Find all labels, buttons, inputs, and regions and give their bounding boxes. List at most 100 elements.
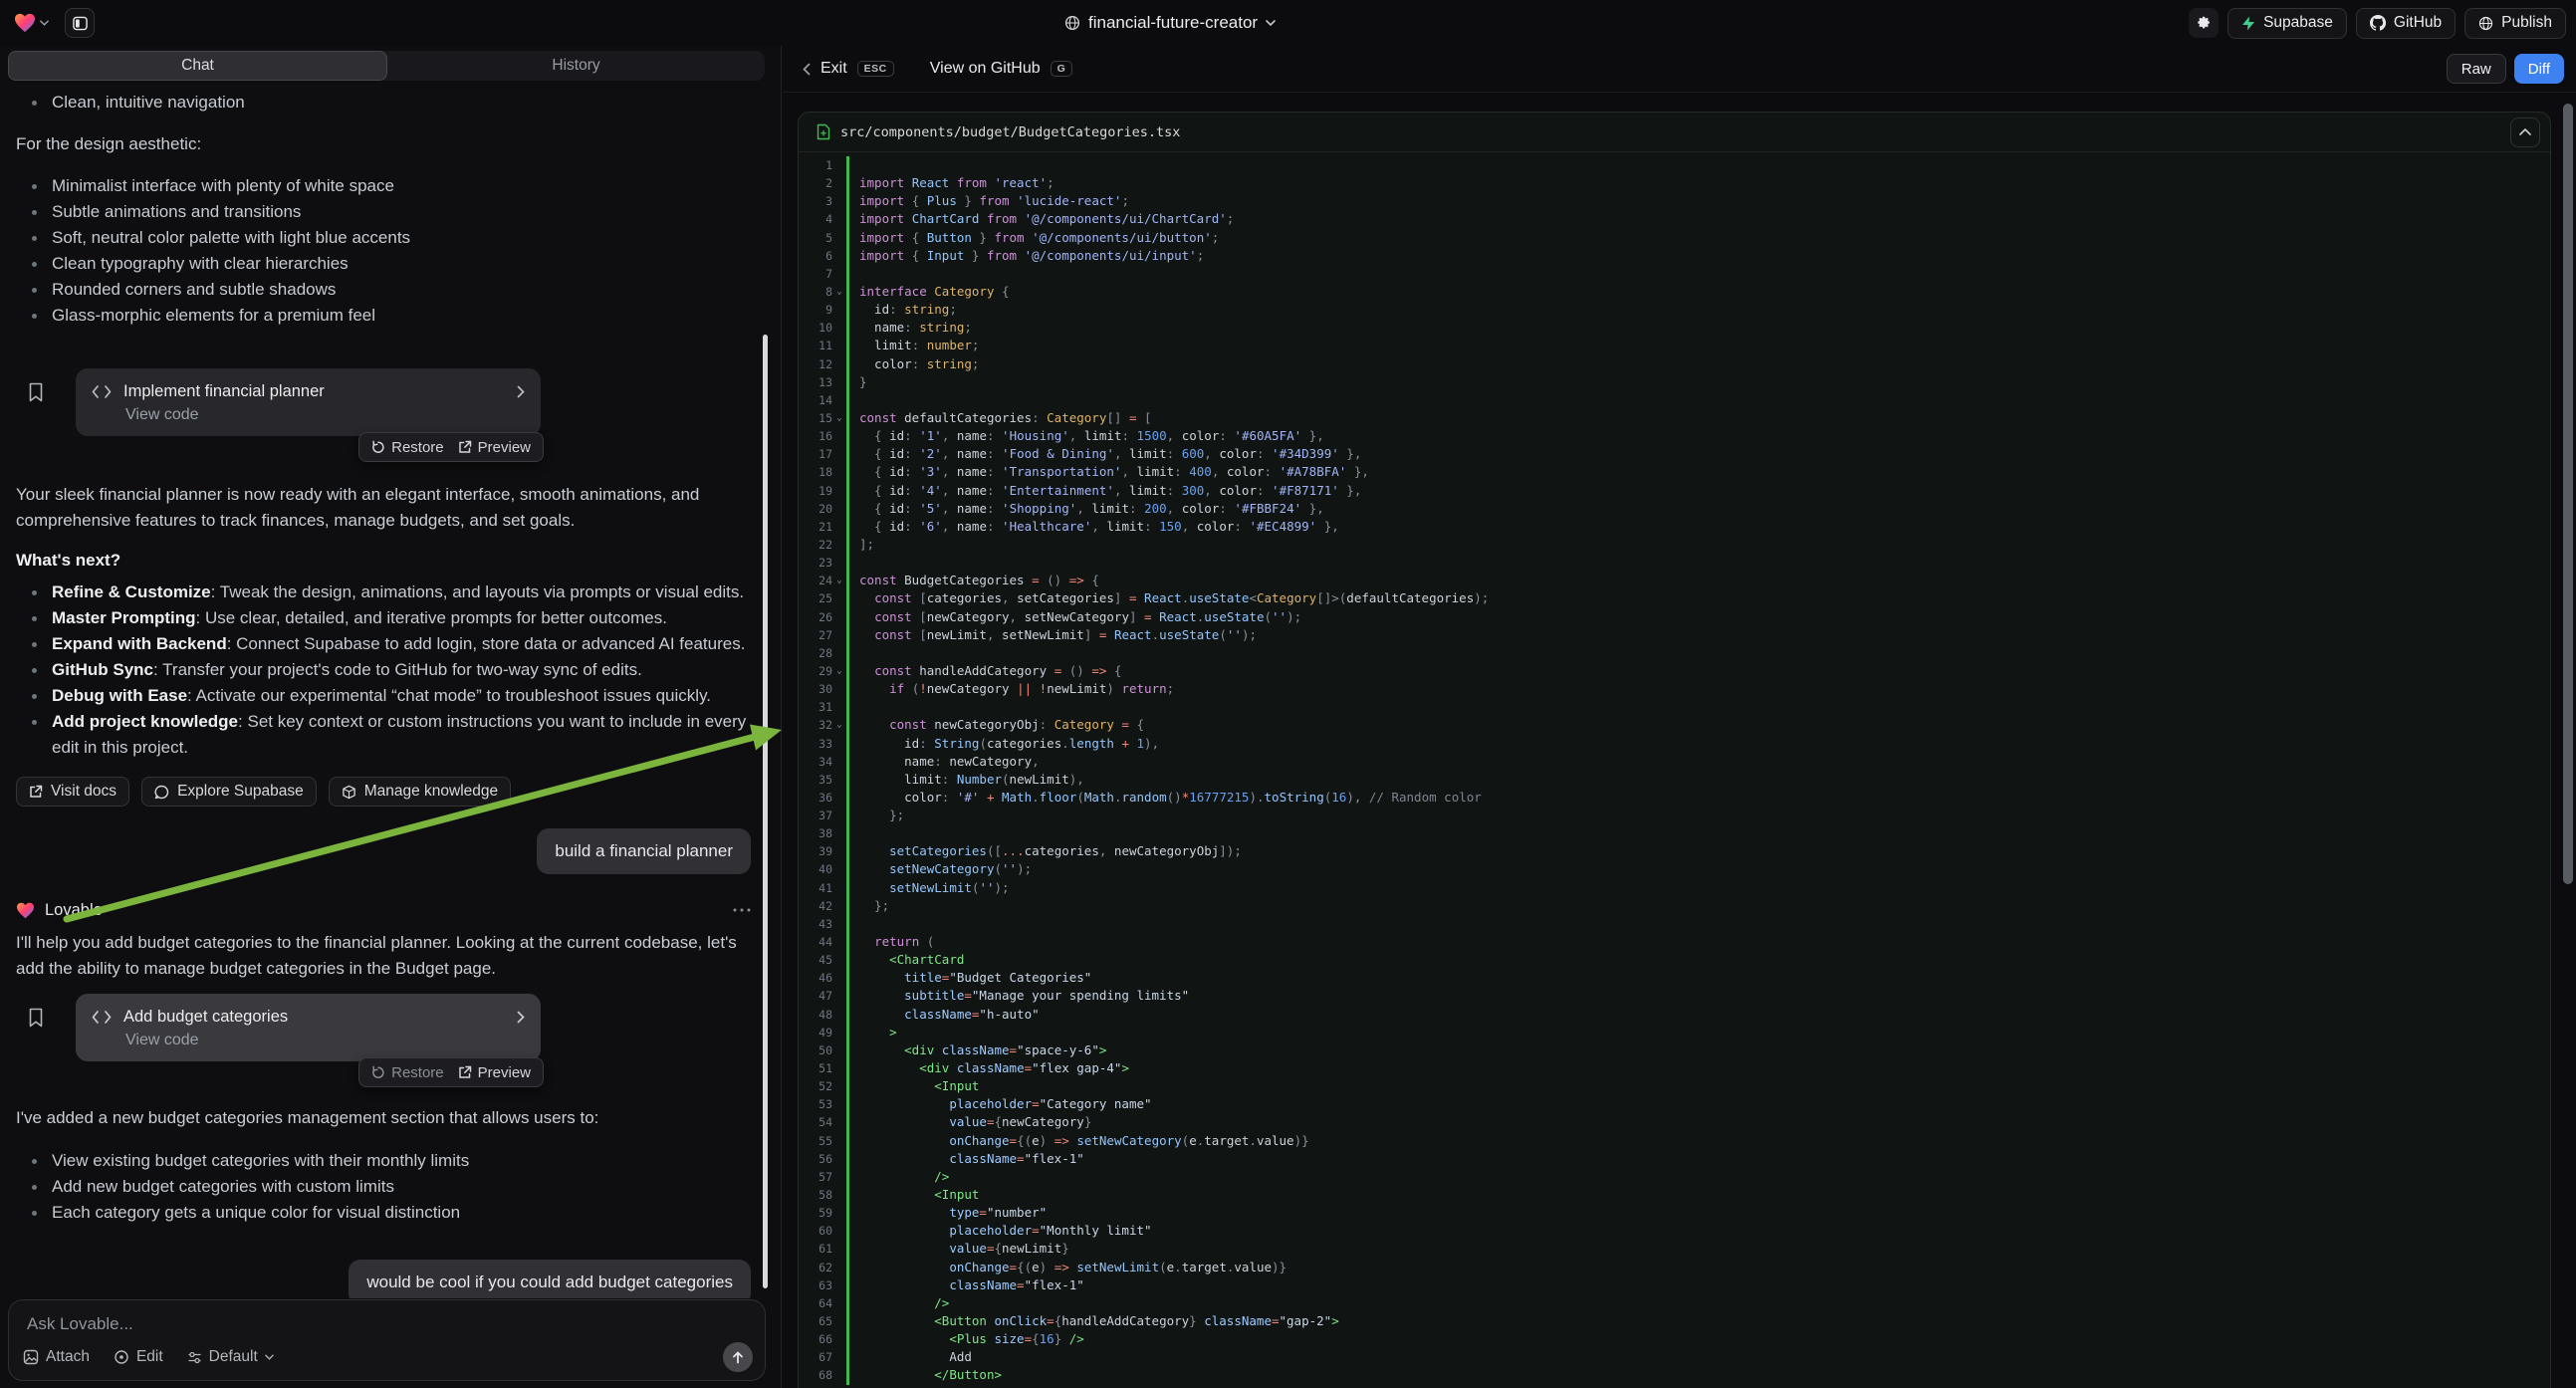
code-line-text: if (!newCategory || !newLimit) return; xyxy=(846,680,2550,698)
chevron-right-icon[interactable] xyxy=(517,1011,525,1024)
code-line: 65 <Button onClick={handleAddCategory} c… xyxy=(799,1312,2550,1330)
fold-gutter xyxy=(832,1294,846,1312)
code-line-text: const defaultCategories: Category[] = [ xyxy=(846,409,2550,427)
message-menu-icon[interactable] xyxy=(733,908,751,912)
preview-button[interactable]: Preview xyxy=(458,1064,531,1081)
view-code-link[interactable]: View code xyxy=(125,404,525,426)
fold-gutter xyxy=(832,156,846,174)
fold-chevron-icon[interactable]: ⌄ xyxy=(832,662,846,680)
code-line: 45 <ChartCard xyxy=(799,951,2550,969)
chat-scroll-area[interactable]: Clean, intuitive navigation For the desi… xyxy=(0,82,781,1298)
target-icon xyxy=(114,1349,129,1365)
code-view-header: Exit ESC View on GitHub G Raw Diff xyxy=(783,46,2576,93)
list-item: Expand with Backend: Connect Supabase to… xyxy=(30,631,751,657)
file-added-icon xyxy=(817,123,830,140)
line-number: 48 xyxy=(799,1006,832,1024)
chevron-right-icon[interactable] xyxy=(517,385,525,398)
code-line: 8⌄interface Category { xyxy=(799,283,2550,301)
code-line: 2import React from 'react'; xyxy=(799,174,2550,192)
code-line: 52 <Input xyxy=(799,1077,2550,1095)
fold-gutter xyxy=(832,933,846,951)
code-line: 66 <Plus size={16} /> xyxy=(799,1330,2550,1348)
view-code-link[interactable]: View code xyxy=(125,1030,525,1051)
line-number: 53 xyxy=(799,1095,832,1113)
preview-button[interactable]: Preview xyxy=(458,439,531,456)
bookmark-icon[interactable] xyxy=(28,382,44,402)
line-number: 13 xyxy=(799,373,832,391)
fold-chevron-icon[interactable]: ⌄ xyxy=(832,716,846,734)
fold-gutter xyxy=(832,463,846,481)
code-line-text: <div className="space-y-6"> xyxy=(846,1041,2550,1059)
restore-button[interactable]: Restore xyxy=(371,439,444,456)
line-number: 3 xyxy=(799,192,832,210)
line-number: 46 xyxy=(799,969,832,987)
code-scrollbar[interactable] xyxy=(2563,104,2573,884)
attach-button[interactable]: Attach xyxy=(23,1348,90,1366)
toggle-sidebar-button[interactable] xyxy=(65,8,95,38)
publish-button[interactable]: Publish xyxy=(2464,8,2566,39)
bookmark-icon[interactable] xyxy=(28,1008,44,1028)
version-card[interactable]: Add budget categories View code Restore xyxy=(76,994,541,1061)
list-item: Clean typography with clear hierarchies xyxy=(30,251,751,277)
assistant-intro: I'll help you add budget categories to t… xyxy=(16,930,751,982)
mode-select[interactable]: Default xyxy=(187,1348,274,1366)
tab-chat[interactable]: Chat xyxy=(8,51,387,81)
code-line-text: id: String(categories.length + 1), xyxy=(846,735,2550,753)
code-line: 18 { id: '3', name: 'Transportation', li… xyxy=(799,463,2550,481)
restore-button[interactable]: Restore xyxy=(371,1064,444,1081)
collapse-file-button[interactable] xyxy=(2510,117,2540,147)
line-number: 54 xyxy=(799,1113,832,1131)
fold-chevron-icon[interactable]: ⌄ xyxy=(832,409,846,427)
code-line-text: } xyxy=(846,373,2550,391)
line-number: 22 xyxy=(799,536,832,554)
list-item: Debug with Ease: Activate our experiment… xyxy=(30,683,751,709)
manage-knowledge-button[interactable]: Manage knowledge xyxy=(329,777,511,807)
diff-toggle-button[interactable]: Diff xyxy=(2514,54,2564,84)
tab-history[interactable]: History xyxy=(387,51,765,81)
code-line: 27 const [newLimit, setNewLimit] = React… xyxy=(799,626,2550,644)
chevron-down-icon xyxy=(1266,20,1276,26)
fold-chevron-icon[interactable]: ⌄ xyxy=(832,572,846,589)
line-number: 57 xyxy=(799,1168,832,1186)
code-line-text: setNewLimit(''); xyxy=(846,879,2550,897)
code-line-text: { id: '3', name: 'Transportation', limit… xyxy=(846,463,2550,481)
line-number: 45 xyxy=(799,951,832,969)
edit-button[interactable]: Edit xyxy=(114,1348,163,1366)
chevron-left-icon[interactable] xyxy=(803,63,811,76)
project-switcher[interactable]: financial-future-creator xyxy=(1064,0,1276,46)
assistant-header: Lovable xyxy=(16,898,751,922)
github-button[interactable]: GitHub xyxy=(2356,8,2456,39)
line-number: 11 xyxy=(799,337,832,354)
visit-docs-button[interactable]: Visit docs xyxy=(16,777,129,807)
settings-button[interactable] xyxy=(2189,8,2219,38)
view-on-github-button[interactable]: View on GitHub xyxy=(930,60,1041,78)
ask-input[interactable] xyxy=(27,1314,624,1334)
fold-gutter xyxy=(832,229,846,247)
mode-label: Default xyxy=(209,1348,258,1366)
chat-scrollbar[interactable] xyxy=(763,335,768,1288)
supabase-button[interactable]: Supabase xyxy=(2227,8,2347,39)
image-icon xyxy=(23,1349,39,1365)
fold-chevron-icon[interactable]: ⌄ xyxy=(832,283,846,301)
version-card[interactable]: Implement financial planner View code Re… xyxy=(76,368,541,436)
fold-gutter xyxy=(832,1132,846,1150)
fold-gutter xyxy=(832,644,846,662)
lovable-heart-icon xyxy=(16,902,35,919)
fold-gutter xyxy=(832,771,846,789)
design-intro: For the design aesthetic: xyxy=(16,131,751,157)
chevron-down-icon xyxy=(40,20,49,26)
g-key-badge: G xyxy=(1051,61,1073,77)
lovable-logo-menu[interactable] xyxy=(14,13,49,33)
code-line: 36 color: '#' + Math.floor(Math.random()… xyxy=(799,789,2550,807)
code-line-text xyxy=(846,156,2550,174)
code-line: 14 xyxy=(799,391,2550,409)
file-card-header[interactable]: src/components/budget/BudgetCategories.t… xyxy=(799,113,2550,152)
version-toolbar: Restore Preview xyxy=(358,432,544,462)
code-line: 53 placeholder="Category name" xyxy=(799,1095,2550,1113)
exit-button[interactable]: Exit xyxy=(820,60,847,78)
fold-gutter xyxy=(832,860,846,878)
code-line-text xyxy=(846,915,2550,933)
explore-supabase-button[interactable]: Explore Supabase xyxy=(141,777,317,807)
raw-toggle-button[interactable]: Raw xyxy=(2447,54,2506,84)
send-button[interactable] xyxy=(723,1342,753,1372)
